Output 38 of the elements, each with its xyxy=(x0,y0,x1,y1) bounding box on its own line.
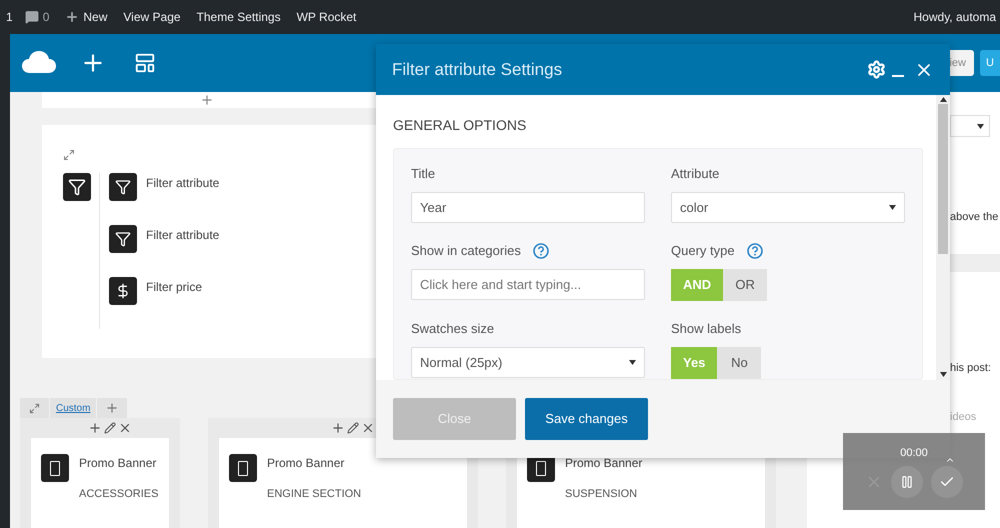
section-title: GENERAL OPTIONS xyxy=(393,116,528,135)
banner-subtitle: ACCESSORIES xyxy=(79,487,158,502)
admin-bar-link[interactable]: View Page xyxy=(115,8,189,26)
banner-card[interactable]: Promo Banner ACCESSORIES xyxy=(31,438,169,528)
new-link[interactable]: New xyxy=(83,8,108,26)
field-label: Attribute xyxy=(671,165,720,184)
field-label: Swatches size xyxy=(411,320,494,338)
count-label[interactable]: 1 xyxy=(2,8,17,26)
banner-subtitle: SUSPENSION xyxy=(565,487,638,502)
greeting-text[interactable]: Howdy, automa xyxy=(914,8,996,26)
toggle-option[interactable]: OR xyxy=(723,269,768,301)
banner-title: Promo Banner xyxy=(267,455,346,472)
select-field[interactable]: Normal (25px) xyxy=(411,347,645,378)
text-field[interactable]: Year xyxy=(411,192,645,223)
dialog-title: Filter attribute Settings xyxy=(392,58,562,81)
sidebar-text: ideos xyxy=(950,410,978,425)
text-field[interactable]: Click here and start typing... xyxy=(411,269,645,300)
admin-bar-link[interactable]: Theme Settings xyxy=(188,8,289,26)
element-label[interactable]: Filter attribute xyxy=(146,226,220,244)
banner-card[interactable]: Promo Banner ENGINE SECTION xyxy=(219,438,467,528)
toggle-option[interactable]: No xyxy=(717,347,762,379)
field-label: Title xyxy=(411,165,436,184)
banner-title: Promo Banner xyxy=(565,455,642,472)
sidebar-text: his post: xyxy=(950,360,992,376)
sidebar-text: above the xyxy=(950,210,1000,225)
element-label[interactable]: Filter price xyxy=(146,278,202,296)
recorder-time: 00:00 xyxy=(900,446,928,461)
element-label[interactable]: Filter attribute xyxy=(146,174,220,192)
banner-subtitle: ENGINE SECTION xyxy=(267,487,362,502)
field-label: Query type xyxy=(671,242,735,260)
admin-bar-link[interactable]: WP Rocket xyxy=(288,8,364,26)
comment-count[interactable]: 0 xyxy=(42,8,50,26)
field-label: Show in categories xyxy=(411,242,521,260)
field-label: Show labels xyxy=(671,320,742,338)
custom-tab[interactable]: Custom xyxy=(50,398,96,418)
save-button[interactable]: Save changes xyxy=(525,398,648,440)
select-field[interactable]: color xyxy=(671,192,905,223)
banner-title: Promo Banner xyxy=(79,455,158,472)
